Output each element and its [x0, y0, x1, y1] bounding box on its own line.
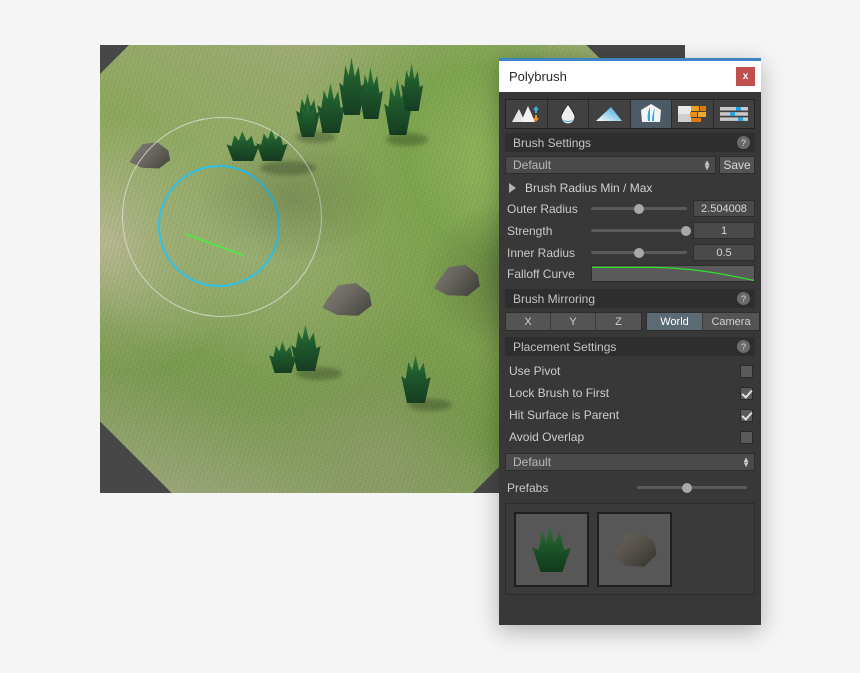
avoid-overlap-checkbox[interactable] — [740, 430, 753, 444]
brush-mirroring-header: Brush Mirroring ? — [505, 289, 755, 308]
brush-radius-foldout-label: Brush Radius Min / Max — [525, 180, 653, 195]
outer-radius-value[interactable]: 2.504008 — [693, 200, 755, 217]
slider-track — [637, 486, 747, 489]
grass-prefab[interactable] — [514, 511, 589, 587]
mirror-axis-group: X Y Z — [505, 312, 642, 331]
slider-knob[interactable] — [681, 482, 692, 493]
mirror-space-world[interactable]: World — [647, 313, 703, 330]
mirror-space-group: World Camera — [646, 312, 760, 331]
vertex-color-icon[interactable] — [713, 100, 754, 128]
hit-surface-checkbox[interactable] — [740, 408, 753, 422]
use-pivot-checkbox[interactable] — [740, 364, 753, 378]
mirror-space-camera[interactable]: Camera — [703, 313, 759, 330]
slider-track — [591, 229, 687, 232]
help-icon[interactable]: ? — [737, 292, 750, 305]
strength-value[interactable]: 1 — [693, 222, 755, 239]
lock-brush-label: Lock Brush to First — [509, 386, 610, 400]
slider-knob[interactable] — [634, 247, 644, 258]
mirror-axis-y[interactable]: Y — [551, 313, 596, 330]
texture-paint-icon[interactable] — [672, 100, 714, 128]
outer-radius-label: Outer Radius — [507, 201, 578, 216]
palette-row: Default ▲ ▼ — [505, 453, 755, 471]
hit-surface-row[interactable]: Hit Surface is Parent — [505, 404, 755, 426]
brush-settings-header: Brush Settings ? — [505, 133, 755, 152]
palette-dropdown[interactable]: Default ▲ ▼ — [505, 453, 755, 471]
falloff-curve-label: Falloff Curve — [507, 266, 575, 281]
inner-radius-slider[interactable] — [591, 244, 687, 261]
screen: Polybrush x Brush Settings ? Default ▲ ▼… — [0, 0, 860, 673]
avoid-overlap-row[interactable]: Avoid Overlap — [505, 426, 755, 448]
hit-surface-label: Hit Surface is Parent — [509, 408, 620, 422]
prefabs-row: Prefabs — [507, 478, 755, 497]
chevron-updown-icon: ▲ ▼ — [742, 455, 750, 469]
help-icon[interactable]: ? — [737, 340, 750, 353]
brush-settings-label: Brush Settings — [513, 135, 592, 150]
use-pivot-label: Use Pivot — [509, 364, 561, 378]
placement-settings-header: Placement Settings ? — [505, 337, 755, 356]
mirror-axis-x[interactable]: X — [506, 313, 551, 330]
brush-radius-foldout[interactable]: Brush Radius Min / Max — [509, 179, 755, 196]
inner-radius-value[interactable]: 0.5 — [693, 244, 755, 261]
help-icon[interactable]: ? — [737, 136, 750, 149]
polybrush-panel: Polybrush x Brush Settings ? Default ▲ ▼… — [499, 58, 761, 625]
strength-slider[interactable] — [591, 222, 692, 239]
flatten-icon[interactable] — [589, 100, 631, 128]
slider-knob[interactable] — [681, 225, 692, 236]
smooth-icon[interactable] — [547, 100, 589, 128]
inner-radius-row: Inner Radius 0.5 — [507, 243, 755, 262]
avoid-overlap-label: Avoid Overlap — [509, 430, 585, 444]
brush-preset-row: Default ▲ ▼ Save — [505, 156, 755, 174]
mirroring-toggles: X Y Z World Camera — [505, 312, 760, 331]
lock-brush-row[interactable]: Lock Brush to First — [505, 382, 755, 404]
grass-icon — [532, 526, 571, 572]
brush-inner-radius-gizmo — [158, 165, 280, 287]
brush-preset-dropdown[interactable]: Default ▲ ▼ — [505, 156, 716, 174]
slider-knob[interactable] — [634, 203, 644, 214]
lock-brush-checkbox[interactable] — [740, 386, 753, 400]
outer-radius-slider[interactable] — [591, 200, 687, 217]
prefab-palette — [505, 503, 755, 595]
prefabs-label: Prefabs — [507, 480, 549, 495]
mirror-axis-z[interactable]: Z — [596, 313, 641, 330]
outer-radius-row: Outer Radius 2.504008 — [507, 199, 755, 218]
save-button[interactable]: Save — [719, 156, 755, 174]
brush-mode-toolbar — [505, 99, 755, 129]
strength-row: Strength 1 — [507, 221, 755, 240]
grass-shadow — [386, 133, 428, 146]
panel-title: Polybrush — [509, 69, 567, 84]
panel-body: Brush Settings ? Default ▲ ▼ Save Brush R… — [499, 99, 761, 595]
falloff-curve-row: Falloff Curve — [507, 265, 755, 282]
falloff-curve-field[interactable] — [591, 265, 755, 282]
prefabs-slider[interactable] — [637, 479, 747, 496]
inner-radius-label: Inner Radius — [507, 245, 576, 260]
paint-prefab-icon[interactable] — [630, 100, 672, 128]
close-icon[interactable]: x — [736, 67, 755, 86]
palette-value: Default — [513, 455, 552, 469]
strength-label: Strength — [507, 223, 553, 238]
panel-titlebar: Polybrush x — [499, 61, 761, 92]
use-pivot-row[interactable]: Use Pivot — [505, 360, 755, 382]
raise-lower-icon[interactable] — [506, 100, 548, 128]
brush-mirroring-label: Brush Mirroring — [513, 291, 596, 306]
rock-icon — [613, 532, 657, 567]
triangle-right-icon — [509, 182, 516, 193]
rock-prefab[interactable] — [597, 511, 672, 587]
placement-settings-label: Placement Settings — [513, 339, 617, 354]
brush-preset-value: Default — [513, 158, 552, 172]
chevron-updown-icon: ▲ ▼ — [703, 158, 711, 172]
